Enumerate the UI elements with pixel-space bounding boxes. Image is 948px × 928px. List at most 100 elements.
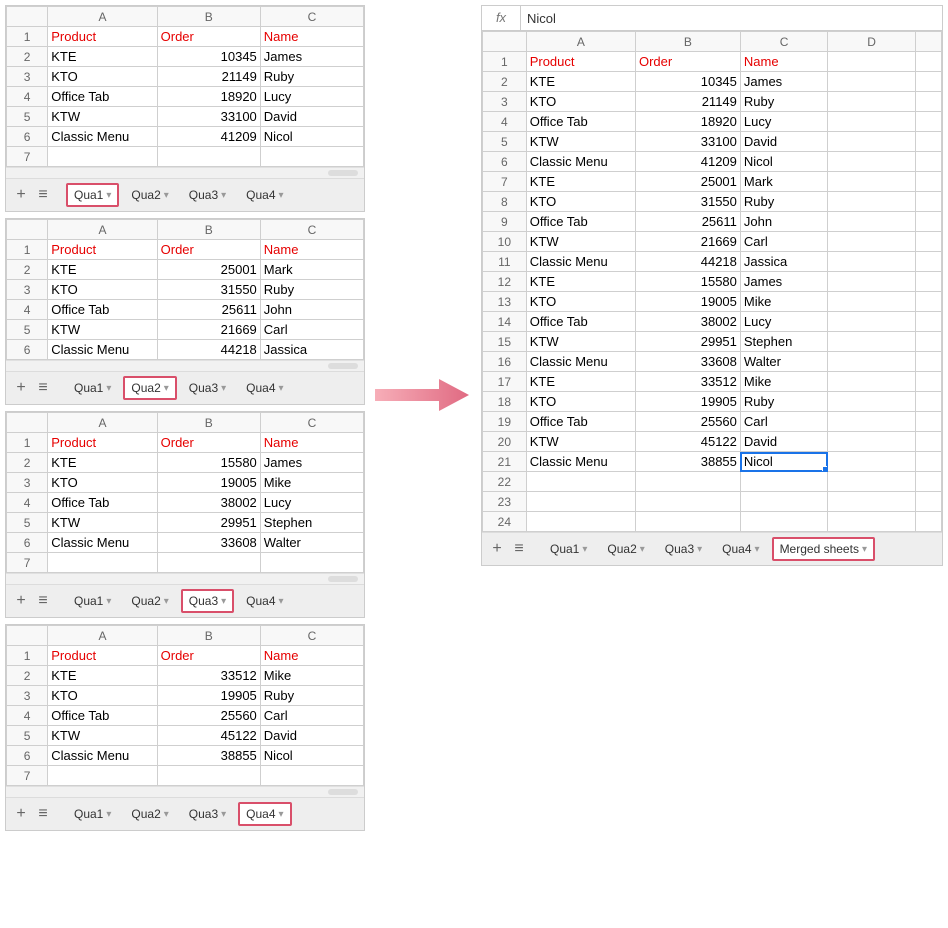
row-header[interactable]: 2: [483, 72, 527, 92]
tab-qua3[interactable]: Qua3▾: [181, 589, 234, 613]
all-sheets-button[interactable]: ≡: [34, 186, 52, 204]
select-all-corner[interactable]: [483, 32, 527, 52]
cell[interactable]: [740, 492, 827, 512]
cell[interactable]: [828, 272, 915, 292]
cell[interactable]: [828, 72, 915, 92]
row-header[interactable]: 5: [7, 513, 48, 533]
all-sheets-button[interactable]: ≡: [34, 805, 52, 823]
cell[interactable]: James: [740, 72, 827, 92]
row-header[interactable]: 19: [483, 412, 527, 432]
cell[interactable]: [828, 112, 915, 132]
row-header[interactable]: 10: [483, 232, 527, 252]
cell[interactable]: KTW: [48, 726, 157, 746]
cell[interactable]: [915, 272, 941, 292]
cell[interactable]: Office Tab: [526, 412, 635, 432]
cell[interactable]: Walter: [740, 352, 827, 372]
cell[interactable]: [915, 152, 941, 172]
cell[interactable]: Ruby: [740, 392, 827, 412]
cell[interactable]: Product: [526, 52, 635, 72]
cell[interactable]: Walter: [260, 533, 363, 553]
cell[interactable]: 31550: [157, 280, 260, 300]
cell[interactable]: Product: [48, 646, 157, 666]
cell[interactable]: [828, 392, 915, 412]
cell[interactable]: [740, 512, 827, 532]
cell[interactable]: Order: [635, 52, 740, 72]
row-header[interactable]: 6: [7, 340, 48, 360]
cell[interactable]: Office Tab: [48, 493, 157, 513]
column-header[interactable]: A: [48, 220, 157, 240]
select-all-corner[interactable]: [7, 413, 48, 433]
cell[interactable]: Jassica: [260, 340, 363, 360]
row-header[interactable]: 4: [7, 493, 48, 513]
cell[interactable]: KTE: [526, 272, 635, 292]
cell[interactable]: [828, 172, 915, 192]
row-header[interactable]: 12: [483, 272, 527, 292]
cell[interactable]: Mark: [740, 172, 827, 192]
tab-qua4[interactable]: Qua4▾: [238, 589, 291, 613]
cell[interactable]: 44218: [635, 252, 740, 272]
cell[interactable]: KTW: [526, 132, 635, 152]
row-header[interactable]: 22: [483, 472, 527, 492]
cell[interactable]: Carl: [260, 706, 363, 726]
tab-qua4[interactable]: Qua4▾: [714, 537, 767, 561]
tab-qua2[interactable]: Qua2▾: [123, 376, 176, 400]
cell[interactable]: Ruby: [740, 92, 827, 112]
tab-qua2[interactable]: Qua2▾: [599, 537, 652, 561]
cell[interactable]: [828, 472, 915, 492]
cell[interactable]: 38855: [157, 746, 260, 766]
cell[interactable]: 15580: [157, 453, 260, 473]
row-header[interactable]: 18: [483, 392, 527, 412]
column-header[interactable]: A: [48, 626, 157, 646]
cell[interactable]: 19905: [635, 392, 740, 412]
cell[interactable]: [740, 472, 827, 492]
tab-qua1[interactable]: Qua1▾: [66, 802, 119, 826]
cell[interactable]: David: [260, 107, 363, 127]
cell[interactable]: 33608: [635, 352, 740, 372]
row-header[interactable]: 9: [483, 212, 527, 232]
row-header[interactable]: 13: [483, 292, 527, 312]
cell[interactable]: Name: [260, 433, 363, 453]
cell[interactable]: [828, 152, 915, 172]
fx-value[interactable]: Nicol: [521, 11, 562, 26]
cell[interactable]: Carl: [260, 320, 363, 340]
cell[interactable]: 19905: [157, 686, 260, 706]
cell[interactable]: KTO: [48, 280, 157, 300]
row-header[interactable]: 14: [483, 312, 527, 332]
cell[interactable]: [915, 512, 941, 532]
cell[interactable]: Lucy: [260, 87, 363, 107]
cell[interactable]: [157, 553, 260, 573]
cell[interactable]: Classic Menu: [48, 127, 157, 147]
cell[interactable]: [635, 472, 740, 492]
row-header[interactable]: 16: [483, 352, 527, 372]
cell[interactable]: Order: [157, 240, 260, 260]
row-header[interactable]: 6: [7, 533, 48, 553]
cell[interactable]: [915, 112, 941, 132]
cell[interactable]: [828, 452, 915, 472]
cell[interactable]: [915, 492, 941, 512]
cell[interactable]: 18920: [635, 112, 740, 132]
cell[interactable]: Ruby: [260, 686, 363, 706]
row-header[interactable]: 6: [483, 152, 527, 172]
row-header[interactable]: 3: [483, 92, 527, 112]
row-header[interactable]: 2: [7, 453, 48, 473]
tab-qua4[interactable]: Qua4▾: [238, 183, 291, 207]
cell[interactable]: Lucy: [740, 112, 827, 132]
cell[interactable]: Classic Menu: [48, 746, 157, 766]
tab-qua1[interactable]: Qua1▾: [66, 376, 119, 400]
cell[interactable]: Name: [260, 646, 363, 666]
select-all-corner[interactable]: [7, 220, 48, 240]
row-header[interactable]: 5: [483, 132, 527, 152]
cell[interactable]: 25560: [635, 412, 740, 432]
row-header[interactable]: 2: [7, 666, 48, 686]
cell[interactable]: Lucy: [740, 312, 827, 332]
row-header[interactable]: 5: [7, 107, 48, 127]
tab-qua1[interactable]: Qua1▾: [66, 589, 119, 613]
cell[interactable]: Ruby: [740, 192, 827, 212]
column-header[interactable]: C: [260, 626, 363, 646]
cell[interactable]: [260, 553, 363, 573]
cell[interactable]: 45122: [635, 432, 740, 452]
cell[interactable]: 25560: [157, 706, 260, 726]
cell[interactable]: [260, 147, 363, 167]
cell[interactable]: 25611: [635, 212, 740, 232]
cell[interactable]: Ruby: [260, 280, 363, 300]
